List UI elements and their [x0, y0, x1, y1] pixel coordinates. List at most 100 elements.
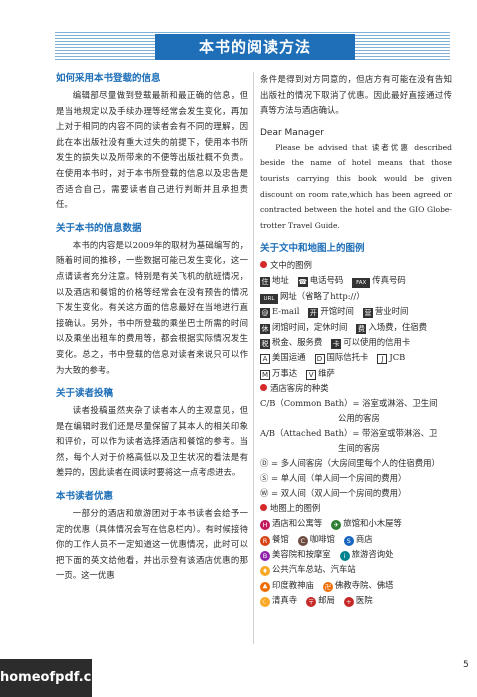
legend-symbol-icon: 营: [362, 308, 373, 319]
legend-symbol-icon: 卡: [331, 338, 342, 349]
map-legend-label: 美容院和按摩室: [272, 549, 331, 559]
english-letter-body: Please be advised that 读者优惠 described be…: [260, 142, 452, 230]
room-type-double: Ⓦ = 双人间（双人间一个房间的费用）: [260, 488, 407, 499]
map-legend-label: 佛教寺院、佛塔: [334, 579, 394, 590]
map-legend-label: 印度教神庙: [272, 579, 314, 590]
page-number: 5: [463, 660, 469, 670]
legend-label: 维萨: [318, 367, 335, 378]
section-heading-info-usage: 如何采用本书登载的信息: [56, 73, 161, 84]
section-body-discount: 一部分的酒店和旅游团对于本书读者会给予一定的优惠（具体情况会写在信息栏内）。有时…: [56, 508, 248, 581]
legend-symbol-icon: J: [377, 354, 388, 365]
map-legend-row: ☾ 清真寺〒邮局 + 医院: [260, 593, 452, 608]
page-title: 本书的阅读方法: [155, 34, 355, 60]
legend-label: 传真号码: [372, 275, 406, 286]
room-type-ab: A/B（Attached Bath）= 带浴室或带淋浴、卫: [260, 428, 438, 439]
map-legend-row: ♦ 公共汽车总站、汽车站: [260, 562, 452, 577]
legend-label: 入场费，住宿费: [368, 321, 427, 332]
map-legend-list: H 酒店和公寓等 ✈ 旅馆和小木屋等 R 餐馆 C 咖啡馆 S 商店 B 美容院和按摩室 i 旅游咨询处 ♦…: [260, 516, 452, 608]
map-legend-label: 邮局: [318, 595, 335, 606]
text-legend-list: 住地址 ☎ 电话号码 FAX 传真号码 URL 网址（省略了http://） @ E-mail 开…: [260, 273, 452, 381]
legend-row: 税税金、服务费卡可以使用的信用卡: [260, 335, 452, 350]
left-column: 如何采用本书登载的信息 编辑部尽量做到登载最新和最正确的信息，但是当地规定以及手…: [56, 72, 248, 593]
room-type-single: Ⓢ = 单人间（单人间一个房间的费用）: [260, 473, 407, 484]
legend-label: 网址（省略了http://）: [280, 290, 365, 301]
section-heading-discount: 本书读者优惠: [56, 491, 114, 503]
section-heading-data: 关于本书的信息数据: [56, 222, 142, 234]
section-body-info-usage: 编辑部尽量做到登载最新和最正确的信息，但是当地规定以及手续办理等经常会发生变化，…: [56, 90, 248, 210]
legend-label: 国际信托卡: [326, 352, 369, 363]
legend-room-heading: 酒店客房的种类: [260, 381, 452, 396]
legend-row: URL 网址（省略了http://）: [260, 289, 452, 304]
legend-symbol-icon: @: [260, 308, 270, 319]
right-column: 条件是得到对方同意的，但店方有可能在没有告知出版社的情况下取消了优惠。因此最好直…: [260, 72, 452, 609]
map-symbol-icon: ✈: [331, 520, 342, 531]
legend-row: @ E-mail 开开馆时间营营业时间: [260, 304, 452, 319]
legend-label: 可以使用的信用卡: [343, 336, 411, 347]
map-legend-label: 咖啡馆: [309, 533, 335, 544]
map-symbol-icon: H: [260, 520, 270, 531]
map-legend-label: 酒店和公寓等: [272, 518, 323, 529]
map-symbol-icon: 〒: [306, 597, 317, 608]
legend-row: 住地址 ☎ 电话号码 FAX 传真号码: [260, 273, 452, 289]
map-legend-label: 商店: [355, 533, 373, 544]
map-symbol-icon: ♦: [260, 566, 270, 577]
legend-symbol-icon: 开: [308, 308, 319, 319]
legend-row: M 万事达 V 维萨: [260, 366, 452, 381]
red-dot-icon: [260, 504, 267, 512]
legend-label: E-mail: [272, 306, 300, 317]
section-heading-legend: 关于文中和地图上的图例: [260, 243, 365, 255]
watermark-logo: homeofpdf.com: [0, 659, 114, 697]
room-type-ab-cont: 生间的客房: [338, 443, 380, 454]
map-symbol-icon: ☾: [260, 597, 270, 608]
map-symbol-icon: 卍: [322, 581, 333, 592]
legend-symbol-icon: FAX: [352, 278, 371, 289]
section-heading-reader-posts: 关于读者投稿: [56, 388, 114, 400]
map-symbol-icon: ♣: [260, 581, 270, 592]
map-legend-label: 清真寺: [272, 595, 298, 606]
legend-row: 休闭馆时间，定休时间费入场费，住宿费: [260, 320, 452, 335]
legend-label: JCB: [389, 352, 406, 363]
discount-continued: 条件是得到对方同意的，但店方有可能在没有告知出版社的情况下取消了优惠。因此最好直…: [260, 74, 452, 116]
legend-label: 美国运通: [272, 352, 306, 363]
map-symbol-icon: S: [343, 535, 354, 546]
red-dot-icon: [260, 384, 267, 392]
map-legend-row: ♣ 印度教神庙卍佛教寺院、佛塔: [260, 578, 452, 593]
legend-label: 营业时间: [374, 306, 409, 317]
legend-symbol-icon: V: [306, 369, 317, 380]
map-legend-label: 公共汽车总站、汽车站: [272, 564, 356, 575]
map-legend-row: H 酒店和公寓等 ✈ 旅馆和小木屋等: [260, 516, 452, 531]
column-divider: [253, 72, 254, 644]
english-letter-heading: Dear Manager: [260, 127, 324, 138]
map-legend-label: 旅馆和小木屋等: [343, 518, 402, 529]
section-body-reader-posts: 读者投稿虽然夹杂了读者本人的主观意见，但是在编辑时我们还是尽量保留了其本人的相关…: [56, 405, 248, 478]
map-legend-row: B 美容院和按摩室 i 旅游咨询处: [260, 547, 452, 562]
map-symbol-icon: R: [260, 535, 270, 546]
room-type-cb-cont: 公用的客房: [338, 413, 380, 424]
map-legend-label: 医院: [355, 595, 373, 606]
legend-map-heading: 地图上的图例: [260, 501, 452, 516]
legend-symbol-icon: 费: [356, 323, 367, 334]
red-dot-icon: [260, 261, 267, 269]
legend-label: 地址: [272, 275, 289, 286]
map-symbol-icon: C: [297, 535, 308, 546]
legend-row: A 美国运通 D 国际信托卡 J JCB: [260, 350, 452, 365]
map-symbol-icon: +: [343, 597, 354, 608]
legend-label: 税金、服务费: [272, 336, 323, 347]
legend-label: 闭馆时间，定休时间: [272, 321, 348, 332]
legend-label: 万事达: [272, 367, 298, 378]
legend-label: 电话号码: [309, 275, 344, 286]
legend-text-heading: 文中的图例: [260, 258, 452, 273]
legend-symbol-icon: A: [260, 354, 270, 365]
legend-symbol-icon: 住: [260, 277, 270, 288]
map-legend-label: 餐馆: [272, 533, 289, 544]
legend-symbol-icon: 税: [260, 338, 270, 349]
map-legend-label: 旅游咨询处: [351, 549, 394, 559]
map-legend-row: R 餐馆 C 咖啡馆 S 商店: [260, 532, 452, 547]
legend-symbol-icon: URL: [260, 293, 278, 304]
legend-symbol-icon: M: [260, 369, 270, 380]
section-body-data: 本书的内容是以2009年的取材为基础编写的，随着时间的推移，一些数据可能已发生变…: [56, 239, 248, 375]
room-type-cb: C/B（Common Bath）= 浴室或淋浴、卫生间: [260, 398, 438, 409]
map-symbol-icon: B: [260, 551, 270, 561]
map-symbol-icon: i: [339, 551, 350, 561]
legend-symbol-icon: 休: [260, 323, 270, 334]
